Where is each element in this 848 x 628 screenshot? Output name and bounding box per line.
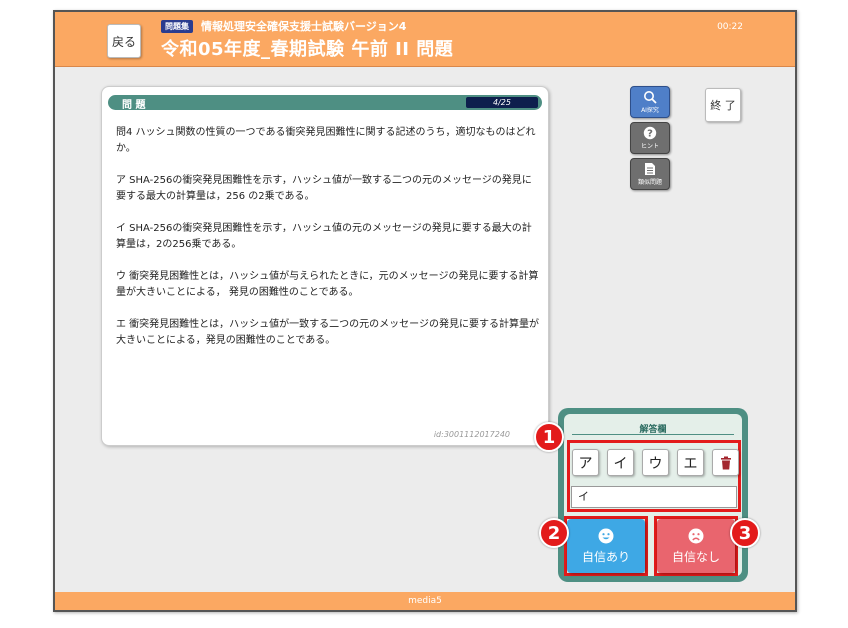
callout-badge-1: 1 — [534, 422, 564, 452]
not-confident-label: 自信なし — [671, 549, 720, 564]
timer: 00:22 — [717, 22, 743, 32]
header-bar: 戻る 問題集 情報処理安全確保支援士試験バージョン4 令和05年度_春期試験 午… — [55, 12, 795, 67]
similar-questions-button[interactable]: 類似問題 — [630, 158, 670, 190]
smile-icon — [598, 528, 614, 543]
question-id: id:3001112017240 — [433, 430, 510, 439]
trash-icon — [720, 456, 731, 469]
ai-explore-button[interactable]: AI探究 — [630, 86, 670, 118]
category-tag: 問題集 — [161, 20, 193, 33]
sad-icon — [688, 528, 704, 543]
question-body: 問4 ハッシュ関数の性質の一つである衝突発見困難性に関する記述のうち，適切なもの… — [116, 125, 540, 365]
clear-answer-button[interactable] — [712, 449, 739, 476]
similar-questions-label: 類似問題 — [637, 179, 662, 186]
question-header: 問 題 4/25 — [108, 95, 542, 111]
option-a: ア SHA-256の衝突発見困難性を示す，ハッシュ値が一致する二つの元のメッセー… — [116, 175, 532, 202]
ai-explore-label: AI探究 — [641, 107, 659, 114]
exam-subtitle: 情報処理安全確保支援士試験バージョン4 — [201, 20, 407, 33]
footer-bar: media5 — [55, 592, 795, 610]
choice-a-button[interactable]: ア — [572, 449, 599, 476]
question-panel: 問 題 4/25 問4 ハッシュ関数の性質の一つである衝突発見困難性に関する記述… — [101, 86, 549, 446]
app-window: 戻る 問題集 情報処理安全確保支援士試験バージョン4 令和05年度_春期試験 午… — [53, 10, 797, 612]
end-button[interactable]: 終 了 — [705, 88, 741, 122]
option-e: エ 衝突発見困難性とは，ハッシュ値が一致する二つの元のメッセージの発見に要する計… — [116, 319, 539, 346]
question-icon: ? — [643, 126, 657, 140]
divider — [572, 434, 734, 435]
back-button[interactable]: 戻る — [107, 24, 141, 58]
answer-field[interactable]: イ — [571, 486, 737, 508]
hint-button[interactable]: ? ヒント — [630, 122, 670, 154]
page-title: 令和05年度_春期試験 午前 II 問題 — [161, 39, 454, 60]
option-i: イ SHA-256の衝突発見困難性を示す，ハッシュ値の元のメッセージの発見に要す… — [116, 223, 532, 250]
choice-e-button[interactable]: エ — [677, 449, 704, 476]
question-stem: 問4 ハッシュ関数の性質の一つである衝突発見困難性に関する記述のうち，適切なもの… — [116, 127, 536, 154]
confident-label: 自信あり — [581, 549, 630, 564]
hint-label: ヒント — [640, 143, 659, 150]
callout-badge-3: 3 — [730, 518, 760, 548]
svg-text:?: ? — [647, 129, 653, 140]
callout-badge-2: 2 — [539, 518, 569, 548]
option-u: ウ 衝突発見困難性とは，ハッシュ値が与えられたときに，元のメッセージの発見に要す… — [116, 271, 539, 298]
question-counter: 4/25 — [466, 97, 538, 108]
not-confident-button[interactable]: 自信なし — [657, 519, 735, 573]
choice-i-button[interactable]: イ — [607, 449, 634, 476]
question-header-label: 問 題 — [122, 100, 146, 111]
confident-button[interactable]: 自信あり — [567, 519, 645, 573]
document-icon — [645, 163, 655, 175]
choice-row: ア イ ウ エ イ — [567, 440, 741, 512]
choice-u-button[interactable]: ウ — [642, 449, 669, 476]
magnifier-icon — [644, 91, 657, 104]
